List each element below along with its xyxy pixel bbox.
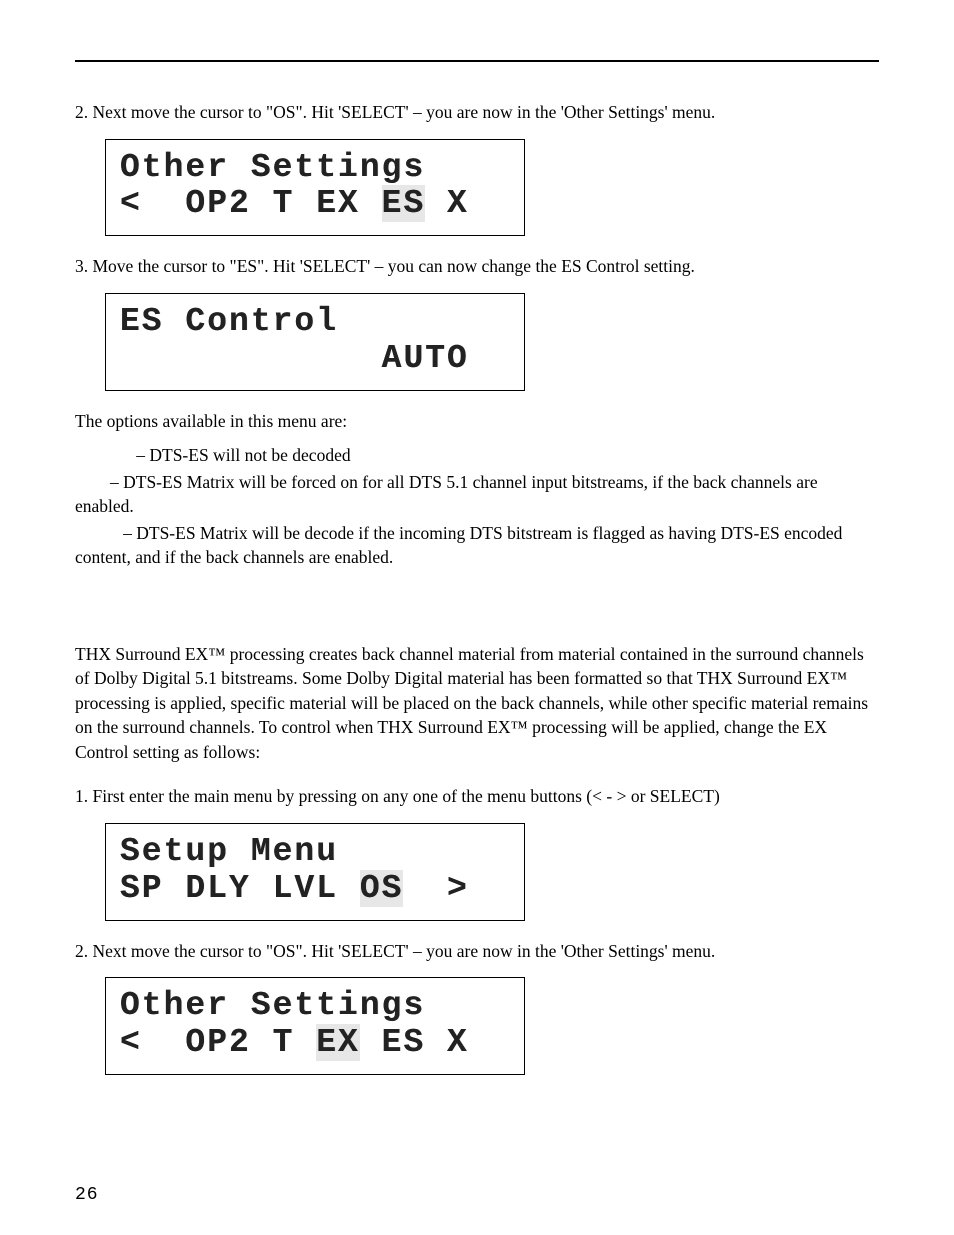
lcd-line-2: < OP2 T EX ES X [120, 186, 510, 223]
lcd-seg-after: X [425, 185, 469, 222]
lcd-highlight-os: OS [360, 870, 404, 907]
lcd-line-2: SP DLY LVL OS > [120, 871, 510, 908]
spacer [75, 774, 879, 784]
lcd-line-2: AUTO [120, 341, 510, 378]
step-1b-text: 1. First enter the main menu by pressing… [75, 784, 879, 809]
lcd-display-other-settings-ex: Other Settings < OP2 T EX ES X [105, 977, 525, 1075]
lcd-line-1: Other Settings [120, 150, 510, 187]
top-rule [75, 60, 879, 62]
lcd-highlight-es: ES [382, 185, 426, 222]
option-off: – DTS-ES will not be decoded [75, 443, 879, 468]
lcd-seg-before: < OP2 T EX [120, 185, 382, 222]
option-auto: – DTS-ES Matrix will be decode if the in… [75, 521, 879, 570]
spacer [75, 572, 879, 642]
lcd-seg-after: > [403, 870, 468, 907]
lcd-seg-after: ES X [360, 1024, 469, 1061]
lcd-line-1: Setup Menu [120, 834, 510, 871]
thx-paragraph: THX Surround EX™ processing creates back… [75, 642, 879, 765]
lcd-line-2: < OP2 T EX ES X [120, 1025, 510, 1062]
options-intro: The options available in this menu are: [75, 409, 879, 434]
lcd-display-setup-menu: Setup Menu SP DLY LVL OS > [105, 823, 525, 921]
lcd-highlight-ex: EX [316, 1024, 360, 1061]
step-2-text: 2. Next move the cursor to "OS". Hit 'SE… [75, 100, 879, 125]
lcd-line-1: Other Settings [120, 988, 510, 1025]
step-2b-text: 2. Next move the cursor to "OS". Hit 'SE… [75, 939, 879, 964]
lcd-display-other-settings-es: Other Settings < OP2 T EX ES X [105, 139, 525, 237]
lcd-seg-before: < OP2 T [120, 1024, 316, 1061]
lcd-line-1: ES Control [120, 304, 510, 341]
step-3-text: 3. Move the cursor to "ES". Hit 'SELECT'… [75, 254, 879, 279]
lcd-display-es-control: ES Control AUTO [105, 293, 525, 391]
manual-page: 2. Next move the cursor to "OS". Hit 'SE… [0, 0, 954, 1235]
lcd-seg-before: SP DLY LVL [120, 870, 360, 907]
page-number: 26 [75, 1185, 99, 1205]
option-on: – DTS-ES Matrix will be forced on for al… [75, 470, 879, 519]
